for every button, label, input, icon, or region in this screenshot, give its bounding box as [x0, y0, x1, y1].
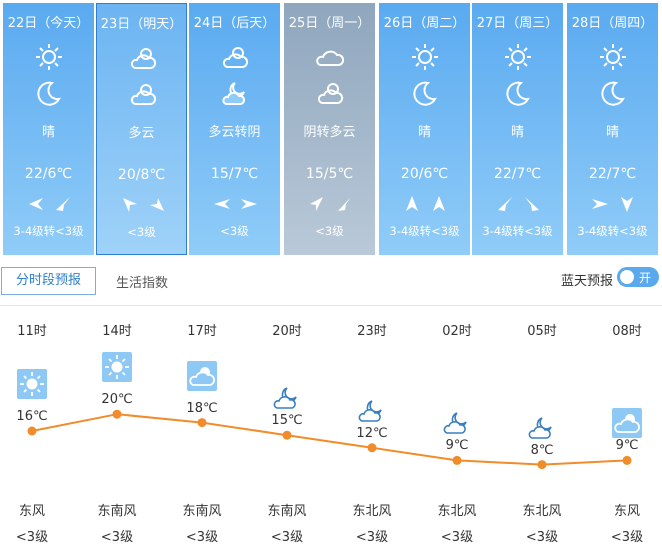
temperature-point — [27, 426, 37, 436]
temperature-point — [622, 455, 632, 465]
temperature-series-line — [31, 413, 628, 466]
temperature-point — [197, 418, 207, 428]
temperature-point — [537, 460, 547, 470]
temperature-point — [282, 430, 292, 440]
temperature-point — [452, 455, 462, 465]
temperature-point — [112, 409, 122, 419]
temperature-point — [367, 443, 377, 453]
temperature-line-chart — [27, 409, 632, 470]
